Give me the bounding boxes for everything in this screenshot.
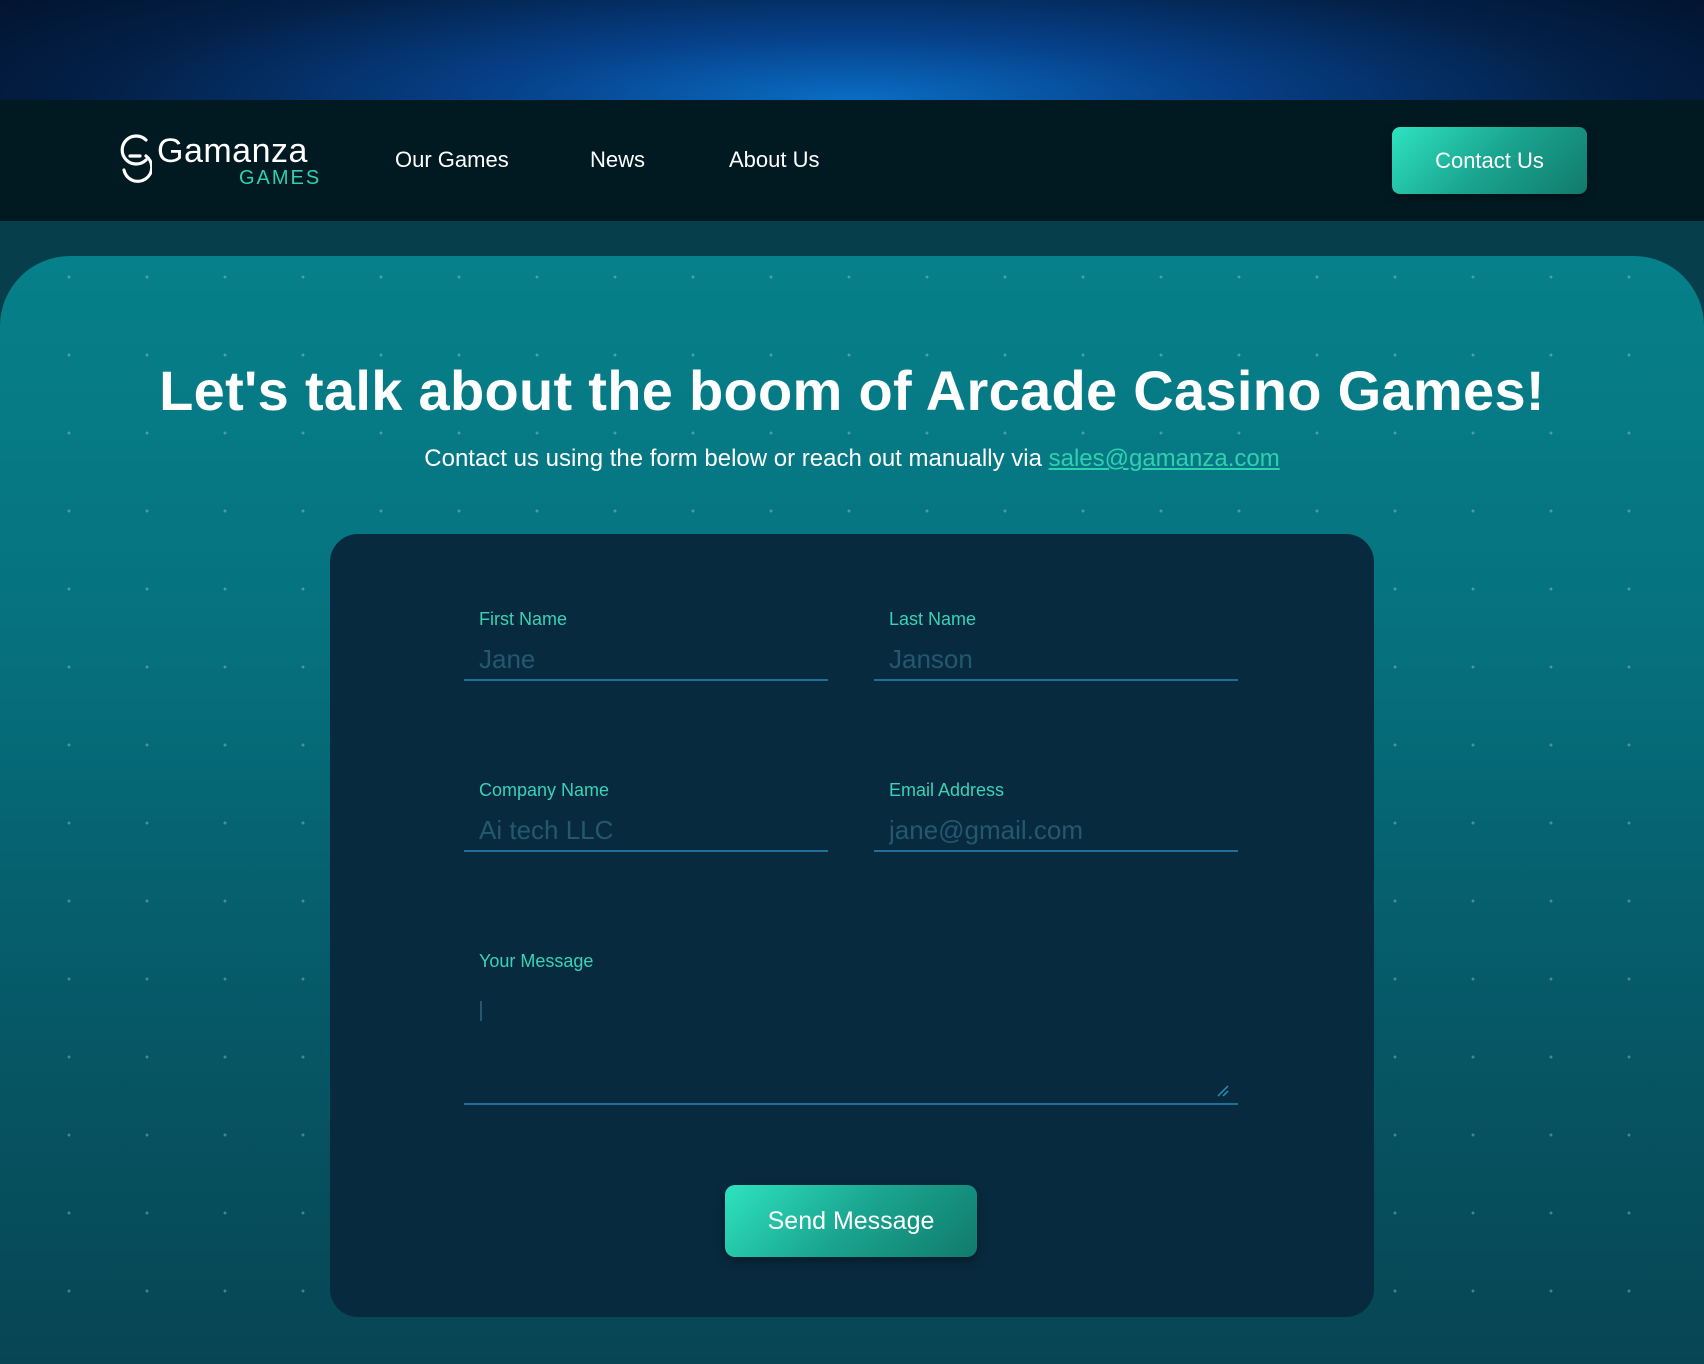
gamanza-g-icon [120, 134, 152, 183]
nav-link-about-us[interactable]: About Us [729, 147, 820, 173]
last-name-label: Last Name [889, 609, 977, 629]
first-name-field: First Name [464, 609, 828, 687]
message-label: Your Message [479, 951, 594, 971]
logo-wordmark: Gamanza [157, 132, 308, 170]
company-name-label: Company Name [479, 780, 610, 800]
company-name-field: Company Name [464, 780, 828, 858]
subtitle-text: Contact us using the form below or reach… [424, 445, 1049, 472]
first-name-label: First Name [479, 609, 568, 629]
page-subtitle: Contact us using the form below or reach… [0, 445, 1704, 473]
email-address-field: Email Address [874, 780, 1238, 858]
resize-handle-icon[interactable] [1216, 1084, 1230, 1098]
sales-email-link[interactable]: sales@gamanza.com [1049, 445, 1280, 472]
first-name-input[interactable] [464, 639, 828, 681]
contact-us-button[interactable]: Contact Us [1392, 127, 1587, 194]
email-address-input[interactable] [874, 810, 1238, 852]
last-name-input[interactable] [874, 639, 1238, 681]
text-cursor [480, 1001, 482, 1021]
logo-subtitle: GAMES [239, 167, 322, 189]
message-textarea[interactable] [464, 981, 1238, 1105]
nav-link-news[interactable]: News [590, 147, 645, 173]
company-name-input[interactable] [464, 810, 828, 852]
email-address-label: Email Address [889, 780, 1005, 800]
send-message-button[interactable]: Send Message [725, 1185, 977, 1257]
nav-link-our-games[interactable]: Our Games [395, 147, 509, 173]
gamanza-logo[interactable]: Gamanza GAMES [116, 132, 319, 190]
top-gradient-band [0, 0, 1704, 100]
last-name-field: Last Name [874, 609, 1238, 687]
message-field: Your Message [464, 951, 1238, 1107]
page-title: Let's talk about the boom of Arcade Casi… [159, 359, 1545, 422]
